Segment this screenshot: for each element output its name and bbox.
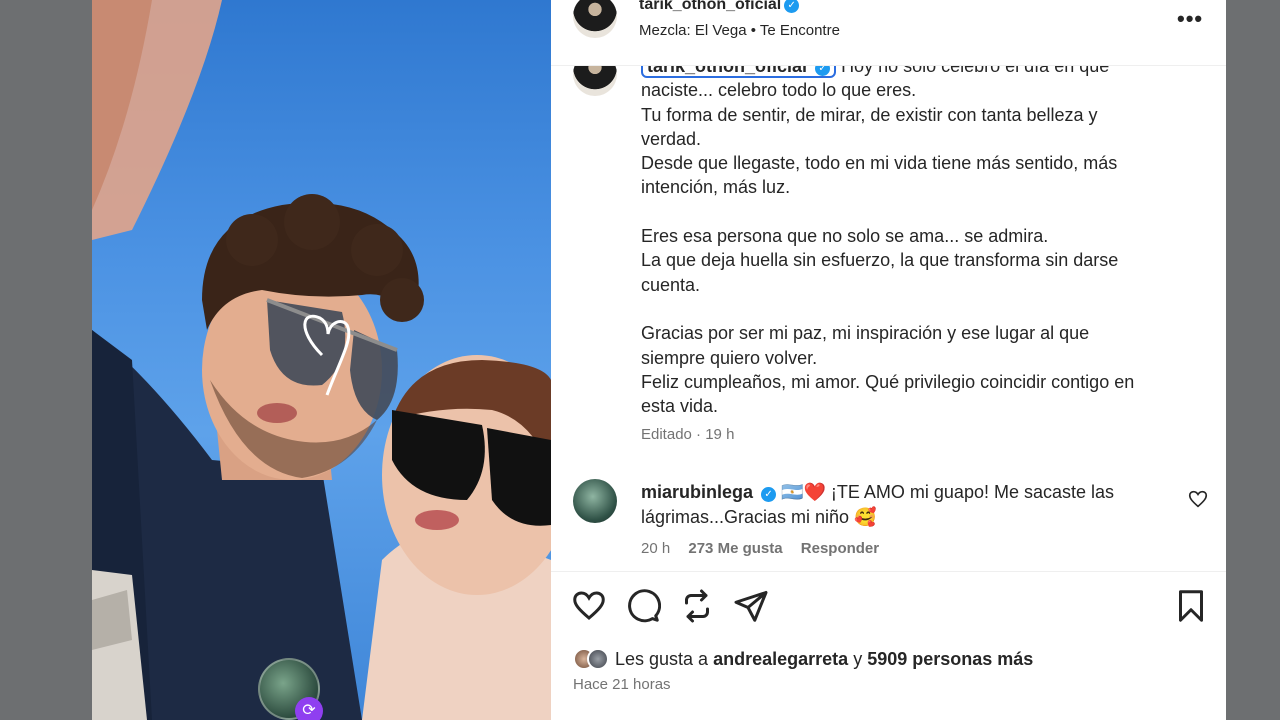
repost-icon[interactable] <box>679 588 715 624</box>
edited-label: Editado <box>641 426 692 443</box>
caption-meta: Editado · 19 h <box>641 426 735 443</box>
heart-icon[interactable] <box>571 588 607 624</box>
likes-joiner: y <box>853 648 863 669</box>
commenter-username[interactable]: miarubinlega <box>641 482 753 502</box>
comment-time[interactable]: 20 h <box>641 540 670 557</box>
likes-count[interactable]: 5909 personas más <box>867 649 1033 670</box>
comment-meta: 20 h 273 Me gusta Responder <box>641 540 893 557</box>
caption: tarik_othon_oficial ✓ Hoy no solo celebr… <box>641 54 1181 418</box>
verified-icon: ✓ <box>761 487 777 502</box>
liker-avatar <box>587 648 609 670</box>
author-username-text[interactable]: tarik_othon_oficial <box>639 0 781 13</box>
post-header: tarik_othon_oficial ✓ Mezcla: El Vega • T… <box>551 0 1226 66</box>
comment-emojis: 🇦🇷❤️ <box>781 482 826 502</box>
more-icon[interactable]: ••• <box>1177 6 1203 32</box>
comment-like-heart-icon[interactable] <box>1187 488 1209 510</box>
photo-illustration <box>92 0 551 720</box>
action-bar <box>551 588 1226 628</box>
likes-prefix: Les gusta a <box>615 648 709 669</box>
repost-badge-icon: ⟳ <box>295 697 323 720</box>
bookmark-icon[interactable] <box>1173 588 1209 624</box>
divider <box>551 571 1226 572</box>
verified-icon: ✓ <box>784 0 800 13</box>
caption-text: Hoy no solo celebro el día en que nacist… <box>641 56 1135 417</box>
caption-time[interactable]: 19 h <box>705 426 734 443</box>
comment-icon[interactable] <box>625 588 661 624</box>
commenter-avatar[interactable] <box>573 479 617 523</box>
share-icon[interactable] <box>733 588 769 624</box>
post-photo[interactable]: ⟳ <box>92 0 551 720</box>
reply-button[interactable]: Responder <box>801 540 879 557</box>
comment: miarubinlega ✓ 🇦🇷❤️ ¡TE AMO mi guapo! Me… <box>641 480 1161 530</box>
author-avatar[interactable] <box>573 0 617 38</box>
likes-summary[interactable]: Les gusta a andrealegarreta y 5909 perso… <box>573 646 1033 672</box>
post-panel: tarik_othon_oficial ✓ Mezcla: El Vega • T… <box>551 0 1226 720</box>
audio-link[interactable]: Mezcla: El Vega • Te Encontre <box>639 22 840 39</box>
post-timestamp[interactable]: Hace 21 horas <box>573 676 671 693</box>
liker-username[interactable]: andrealegarreta <box>713 649 848 670</box>
comment-likes[interactable]: 273 Me gusta <box>688 540 782 557</box>
author-username[interactable]: tarik_othon_oficial ✓ <box>639 0 800 14</box>
